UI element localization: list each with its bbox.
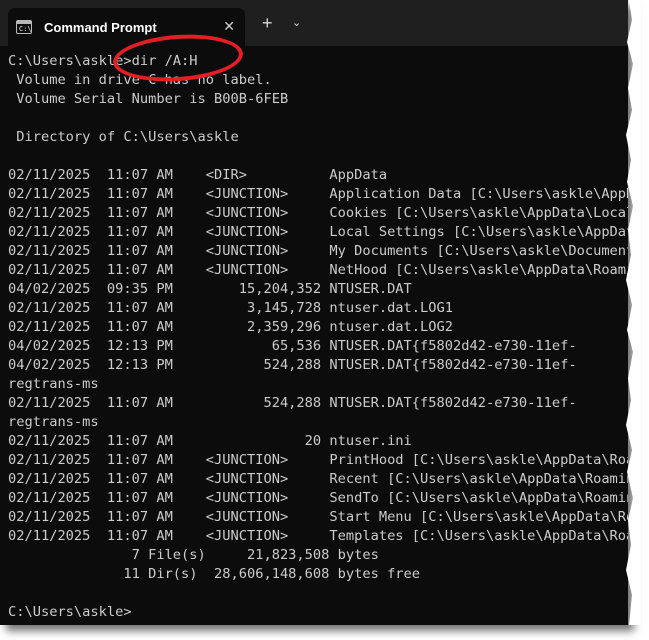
terminal-line: 02/11/2025 11:07 AM <JUNCTION> My Docume… xyxy=(8,243,628,259)
terminal-line: 02/11/2025 11:07 AM <JUNCTION> Templates… xyxy=(8,528,628,544)
terminal-line: 04/02/2025 12:13 PM 524,288 NTUSER.DAT{f… xyxy=(8,357,577,373)
terminal-line: Volume Serial Number is B00B-6FEB xyxy=(8,91,289,107)
terminal-line: 02/11/2025 11:07 AM <DIR> AppData xyxy=(8,167,388,183)
chevron-down-icon[interactable]: ⌄ xyxy=(292,16,301,30)
terminal-line: 7 File(s) 21,823,508 bytes xyxy=(8,547,379,563)
terminal-line: 04/02/2025 12:13 PM 65,536 NTUSER.DAT{f5… xyxy=(8,338,577,354)
terminal-line: Volume in drive C has no label. xyxy=(8,72,272,88)
command-prompt-icon: C:\ xyxy=(16,20,32,34)
terminal-line: 02/11/2025 11:07 AM <JUNCTION> Start Men… xyxy=(8,509,628,525)
terminal-line: C:\Users\askle>dir /A:H xyxy=(8,53,198,69)
terminal-line: 02/11/2025 11:07 AM 20 ntuser.ini xyxy=(8,433,412,449)
terminal-line: Directory of C:\Users\askle xyxy=(8,129,239,145)
terminal-line: 02/11/2025 11:07 AM <JUNCTION> Cookies [… xyxy=(8,205,628,221)
terminal-line: C:\Users\askle> xyxy=(8,604,132,620)
terminal-line: 02/11/2025 11:07 AM <JUNCTION> Recent [C… xyxy=(8,471,628,487)
terminal-line: 02/11/2025 11:07 AM 524,288 NTUSER.DAT{f… xyxy=(8,395,577,411)
terminal-line: 02/11/2025 11:07 AM <JUNCTION> PrintHood… xyxy=(8,452,628,468)
new-tab-icon[interactable]: + xyxy=(262,14,273,32)
tab-title: Command Prompt xyxy=(44,19,157,35)
terminal-line: 11 Dir(s) 28,606,148,608 bytes free xyxy=(8,566,421,582)
terminal-line: 02/11/2025 11:07 AM <JUNCTION> Local Set… xyxy=(8,224,628,240)
terminal-line: 02/11/2025 11:07 AM 2,359,296 ntuser.dat… xyxy=(8,319,453,335)
terminal-line: 02/11/2025 11:07 AM 3,145,728 ntuser.dat… xyxy=(8,300,453,316)
terminal-output[interactable]: C:\Users\askle>dir /A:H Volume in drive … xyxy=(8,52,628,622)
close-icon[interactable]: ✕ xyxy=(223,18,235,34)
command-prompt-icon-glyph: C:\ xyxy=(19,25,32,33)
terminal-line: 02/11/2025 11:07 AM <JUNCTION> NetHood [… xyxy=(8,262,628,278)
terminal-line: regtrans-ms xyxy=(8,414,99,430)
terminal-line: 04/02/2025 09:35 PM 15,204,352 NTUSER.DA… xyxy=(8,281,412,297)
terminal-window: C:\ Command Prompt ✕ + ⌄ C:\Users\askle>… xyxy=(0,0,628,625)
terminal-line: 02/11/2025 11:07 AM <JUNCTION> SendTo [C… xyxy=(8,490,628,506)
terminal-line: 02/11/2025 11:07 AM <JUNCTION> Applicati… xyxy=(8,186,628,202)
terminal-line: regtrans-ms xyxy=(8,376,99,392)
title-bar: C:\ Command Prompt ✕ + ⌄ xyxy=(0,0,628,46)
